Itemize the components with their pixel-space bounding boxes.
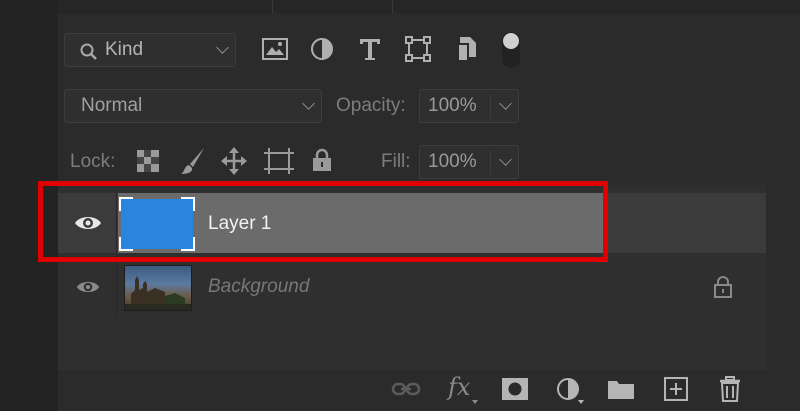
filter-toggle[interactable] — [502, 32, 520, 68]
fill-value: 100% — [428, 151, 477, 172]
smart-object-filter-icon[interactable] — [456, 36, 478, 62]
group-folder-icon[interactable] — [607, 378, 635, 400]
chevron-down-icon — [499, 153, 512, 166]
panel-tab[interactable] — [152, 0, 273, 14]
chevron-down-icon — [499, 97, 512, 110]
background-thumbnail — [124, 265, 192, 311]
fx-icon[interactable]: fx — [448, 373, 470, 401]
lock-label: Lock: — [70, 151, 116, 172]
lock-artboard-icon[interactable] — [264, 147, 294, 175]
image-filter-icon[interactable] — [262, 38, 288, 60]
visibility-cell[interactable] — [58, 255, 117, 317]
bottom-toolbar — [58, 370, 800, 411]
fx-dropdown-icon — [472, 400, 478, 404]
adjustment-dropdown-icon — [578, 400, 584, 404]
filter-kind-label: Kind — [105, 39, 144, 60]
fill-field[interactable]: 100% — [419, 145, 519, 179]
panel-tabs — [58, 0, 800, 14]
new-layer-icon[interactable] — [664, 377, 688, 401]
background-lock-icon[interactable] — [713, 275, 733, 299]
background-image — [125, 276, 191, 310]
panel-tab[interactable] — [272, 0, 393, 14]
blend-mode-dropdown[interactable]: Normal — [64, 89, 322, 123]
trash-icon[interactable] — [719, 376, 741, 402]
adjustment-filter-icon[interactable] — [310, 37, 334, 61]
eye-icon[interactable] — [76, 279, 100, 295]
adjustment-layer-icon[interactable] — [556, 377, 580, 401]
opacity-field[interactable]: 100% — [419, 89, 519, 123]
opacity-value: 100% — [428, 95, 477, 116]
opacity-divider — [490, 94, 491, 118]
opacity-label: Opacity: — [336, 95, 406, 116]
shape-filter-icon[interactable] — [405, 36, 431, 62]
link-layers-icon[interactable] — [391, 379, 421, 399]
fill-divider — [490, 150, 491, 174]
lock-all-icon[interactable] — [312, 148, 332, 172]
chevron-down-icon — [216, 41, 229, 54]
highlight-box — [38, 181, 608, 262]
search-icon — [80, 43, 97, 60]
fill-label: Fill: — [381, 151, 411, 172]
lock-position-icon[interactable] — [221, 147, 247, 175]
filter-kind-dropdown[interactable]: Kind — [64, 33, 236, 67]
mask-icon[interactable] — [502, 378, 528, 400]
filter-toggle-icon — [503, 33, 519, 49]
type-filter-icon[interactable] — [359, 37, 381, 61]
lock-image-pixels-icon[interactable] — [180, 147, 206, 175]
chevron-down-icon — [302, 97, 315, 110]
blend-mode-value: Normal — [81, 95, 143, 116]
lock-transparency-icon[interactable] — [137, 150, 159, 172]
background-layer-name[interactable]: Background — [208, 276, 309, 298]
